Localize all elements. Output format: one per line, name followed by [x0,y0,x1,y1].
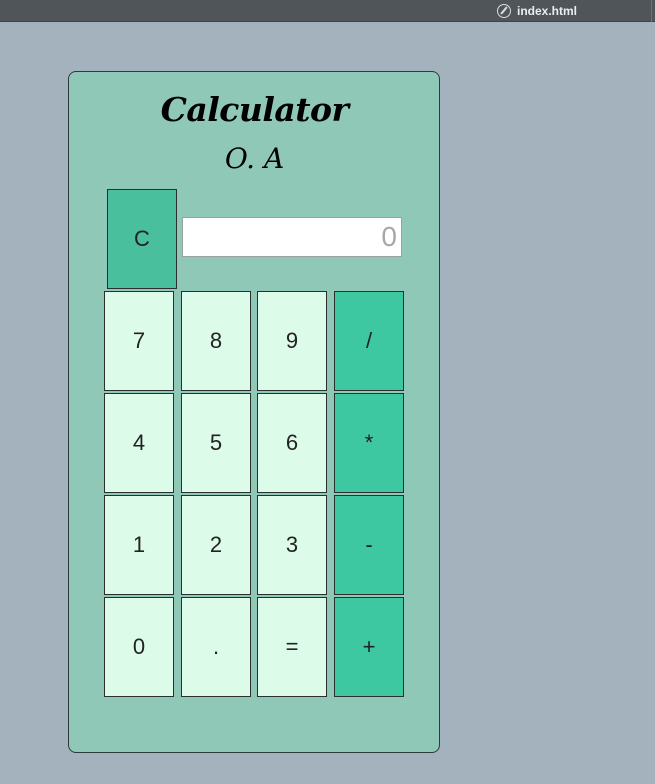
key-multiply[interactable]: * [334,393,404,493]
key-8[interactable]: 8 [181,291,251,391]
browser-tab[interactable]: index.html [497,3,577,19]
key-9[interactable]: 9 [257,291,327,391]
calculator-title: Calculator [160,90,349,129]
tab-divider [651,0,652,22]
calculator-subtitle: O. A [224,142,285,175]
key-divide[interactable]: / [334,291,404,391]
key-equals[interactable]: = [257,597,327,697]
browser-titlebar: index.html [0,0,655,22]
key-5[interactable]: 5 [181,393,251,493]
key-0[interactable]: 0 [104,597,174,697]
key-add[interactable]: + [334,597,404,697]
key-subtract[interactable]: - [334,495,404,595]
clear-button[interactable]: C [107,189,177,289]
tab-title: index.html [517,4,578,18]
calculator-display[interactable]: 0 [182,217,402,257]
key-7[interactable]: 7 [104,291,174,391]
key-decimal[interactable]: . [181,597,251,697]
key-2[interactable]: 2 [181,495,251,595]
key-3[interactable]: 3 [257,495,327,595]
key-6[interactable]: 6 [257,393,327,493]
compass-icon [497,4,511,18]
key-1[interactable]: 1 [104,495,174,595]
key-4[interactable]: 4 [104,393,174,493]
